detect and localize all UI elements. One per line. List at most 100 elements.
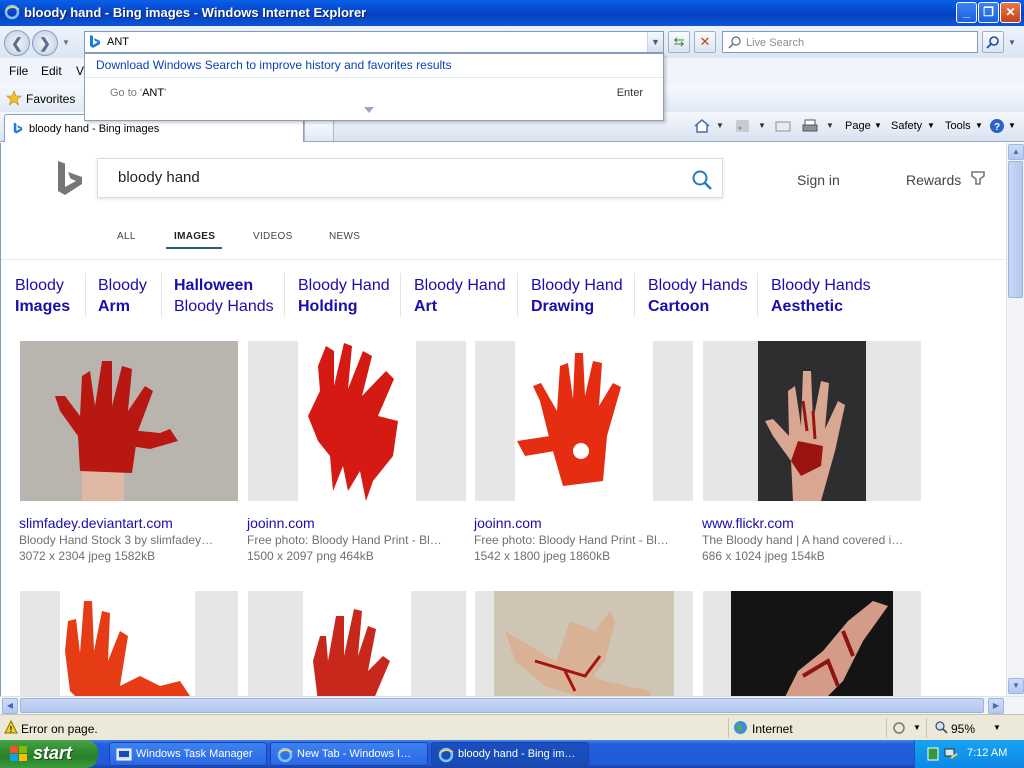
- protected-mode-dropdown-icon[interactable]: ▼: [913, 723, 921, 732]
- go-to-suggestion[interactable]: Go to 'ANT': [110, 87, 166, 99]
- tray-network-icon[interactable]: [943, 746, 959, 762]
- bing-logo-icon[interactable]: [57, 161, 83, 197]
- bloody-hand-photo-8: [731, 591, 893, 696]
- maximize-button[interactable]: ❐: [978, 2, 999, 23]
- bing-search-input[interactable]: bloody hand: [118, 169, 200, 186]
- zoom-level[interactable]: 95%: [951, 722, 975, 736]
- history-dropdown-icon[interactable]: ▼: [62, 38, 70, 47]
- related-search-bloody-hands-cartoon[interactable]: Bloody Hands Cartoon: [648, 275, 748, 317]
- menu-file[interactable]: File: [9, 64, 28, 78]
- related-search-bloody-arm[interactable]: Bloody Arm: [98, 275, 147, 317]
- warning-icon[interactable]: !: [4, 720, 18, 734]
- related-search-bloody-hand-art[interactable]: Bloody Hand Art: [414, 275, 506, 317]
- result-desc-1[interactable]: Bloody Hand Stock 3 by slimfadey…: [19, 533, 237, 547]
- related-search-bloody-hands-aesthetic[interactable]: Bloody Hands Aesthetic: [771, 275, 871, 317]
- header-divider: [1, 259, 1006, 260]
- print-icon[interactable]: [801, 118, 819, 134]
- expand-arrow-icon[interactable]: [364, 107, 374, 113]
- search-icon[interactable]: [691, 169, 713, 191]
- print-dropdown-icon[interactable]: ▼: [826, 121, 834, 130]
- home-dropdown-icon[interactable]: ▼: [716, 121, 724, 130]
- taskbar-item-bing-images[interactable]: bloody hand - Bing im…: [431, 742, 589, 766]
- result-image-1[interactable]: [20, 341, 238, 501]
- result-image-2[interactable]: [248, 341, 466, 501]
- taskbar-item-new-tab[interactable]: New Tab - Windows I…: [270, 742, 428, 766]
- read-mail-icon[interactable]: [774, 118, 792, 134]
- start-button[interactable]: start: [0, 740, 98, 768]
- bing-search-box[interactable]: bloody hand: [97, 158, 723, 198]
- live-search-box[interactable]: Live Search: [722, 31, 978, 53]
- clock[interactable]: 7:12 AM: [967, 747, 1007, 759]
- status-divider: [886, 718, 887, 738]
- status-message[interactable]: Error on page.: [21, 722, 98, 736]
- search-go-button[interactable]: [982, 31, 1004, 53]
- refresh-button[interactable]: ⇆: [668, 31, 690, 53]
- result-image-4[interactable]: [703, 341, 921, 501]
- related-search-bloody-hand-holding[interactable]: Bloody Hand Holding: [298, 275, 390, 317]
- nav-news[interactable]: NEWS: [329, 231, 360, 242]
- result-image-6[interactable]: [248, 591, 466, 696]
- result-desc-2[interactable]: Free photo: Bloody Hand Print - Bl…: [247, 533, 465, 547]
- close-button[interactable]: ✕: [1000, 2, 1021, 23]
- nav-images[interactable]: IMAGES: [174, 231, 215, 242]
- result-image-8[interactable]: [703, 591, 921, 696]
- web-page-viewport[interactable]: bloody hand Sign in Rewards ALL IMAGES V…: [0, 143, 1006, 696]
- address-input[interactable]: ANT: [107, 36, 129, 48]
- result-image-7[interactable]: [475, 591, 693, 696]
- vertical-scrollbar[interactable]: ▲ ▼: [1006, 143, 1024, 696]
- page-menu[interactable]: Page: [845, 120, 871, 132]
- address-bar[interactable]: ANT ▼: [84, 31, 664, 53]
- favorites-star-icon[interactable]: [6, 90, 22, 106]
- result-source-2[interactable]: jooinn.com: [247, 515, 315, 531]
- result-source-4[interactable]: www.flickr.com: [702, 515, 794, 531]
- vertical-scroll-thumb[interactable]: [1008, 161, 1023, 298]
- download-windows-search-link[interactable]: Download Windows Search to improve histo…: [96, 58, 452, 72]
- favorites-button[interactable]: Favorites: [26, 92, 75, 106]
- result-desc-3[interactable]: Free photo: Bloody Hand Print - Bl…: [474, 533, 692, 547]
- search-icon: [986, 36, 999, 49]
- new-tab-button[interactable]: [304, 118, 334, 141]
- stop-button[interactable]: ✕: [694, 31, 716, 53]
- tools-menu[interactable]: Tools: [945, 120, 971, 132]
- bloody-hand-photo-6: [303, 591, 411, 696]
- nav-all[interactable]: ALL: [117, 231, 136, 242]
- result-image-3[interactable]: [475, 341, 693, 501]
- scroll-up-arrow-icon[interactable]: ▲: [1008, 144, 1024, 160]
- scroll-left-arrow-icon[interactable]: ◀: [2, 698, 18, 714]
- help-icon[interactable]: ?: [988, 118, 1006, 134]
- minimize-button[interactable]: _: [956, 2, 977, 23]
- dropdown-divider: [85, 77, 663, 78]
- sign-in-link[interactable]: Sign in: [797, 172, 840, 188]
- scroll-down-arrow-icon[interactable]: ▼: [1008, 678, 1024, 694]
- result-image-5[interactable]: [20, 591, 238, 696]
- address-dropdown-button[interactable]: ▼: [647, 32, 663, 52]
- related-separator: [400, 273, 401, 317]
- menu-edit[interactable]: Edit: [41, 64, 62, 78]
- related-search-bloody-images[interactable]: Bloody Images: [15, 275, 70, 317]
- horizontal-scrollbar[interactable]: ◀ ▶: [0, 696, 1024, 714]
- nav-videos[interactable]: VIDEOS: [253, 231, 293, 242]
- horizontal-scroll-thumb[interactable]: [20, 698, 984, 713]
- rewards-link[interactable]: Rewards: [906, 172, 961, 188]
- taskbar-item-task-manager[interactable]: Windows Task Manager: [109, 742, 267, 766]
- window-title-bar[interactable]: bloody hand - Bing images - Windows Inte…: [0, 0, 1024, 26]
- tray-app-icon[interactable]: [927, 747, 939, 761]
- related-search-bloody-hand-drawing[interactable]: Bloody Hand Drawing: [531, 275, 623, 317]
- scroll-right-arrow-icon[interactable]: ▶: [988, 698, 1004, 714]
- rewards-trophy-icon[interactable]: [970, 170, 986, 188]
- result-source-3[interactable]: jooinn.com: [474, 515, 542, 531]
- related-separator: [634, 273, 635, 317]
- zoom-dropdown-icon[interactable]: ▼: [993, 723, 1001, 732]
- result-desc-4[interactable]: The Bloody hand | A hand covered i…: [702, 533, 920, 547]
- related-search-halloween-bloody-hands[interactable]: Halloween Bloody Hands: [174, 275, 274, 317]
- result-source-1[interactable]: slimfadey.deviantart.com: [19, 515, 173, 531]
- forward-button[interactable]: ❯: [32, 30, 58, 56]
- search-options-dropdown-icon[interactable]: ▼: [1008, 38, 1016, 47]
- protected-mode-icon[interactable]: [892, 721, 906, 735]
- back-button[interactable]: ❮: [4, 30, 30, 56]
- safety-menu[interactable]: Safety: [891, 120, 922, 132]
- help-dropdown-icon[interactable]: ▼: [1008, 121, 1016, 130]
- home-icon[interactable]: [693, 118, 711, 134]
- feeds-icon[interactable]: [734, 118, 752, 134]
- feeds-dropdown-icon[interactable]: ▼: [758, 121, 766, 130]
